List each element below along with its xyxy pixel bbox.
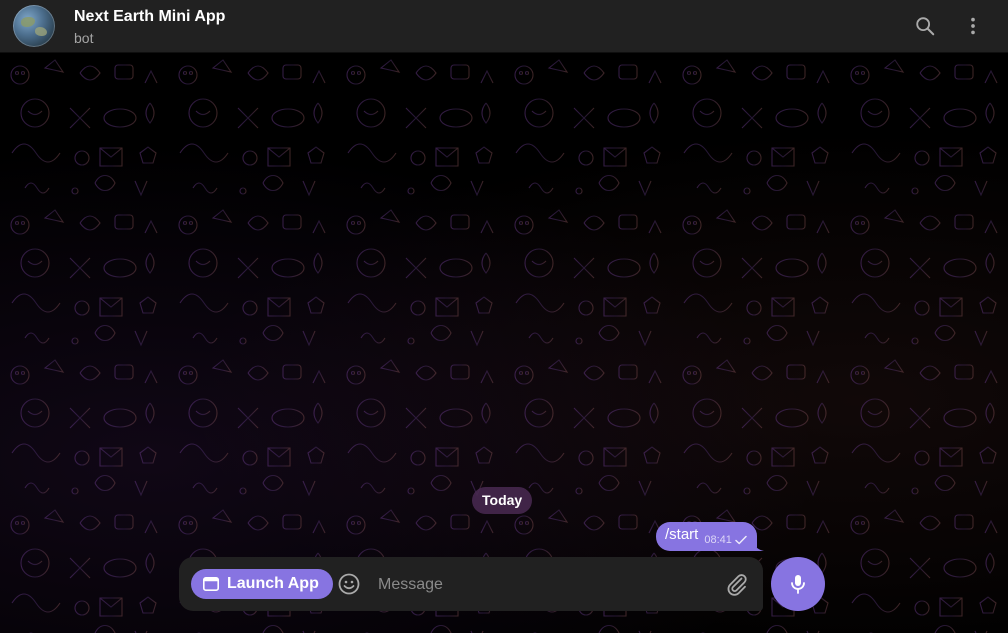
message-input[interactable] bbox=[376, 571, 710, 599]
microphone-icon bbox=[791, 575, 805, 594]
launch-app-label: Launch App bbox=[227, 575, 319, 592]
chat-header: Next Earth Mini App bot bbox=[0, 0, 1008, 53]
app-window-icon bbox=[203, 577, 219, 591]
chat-info[interactable]: Next Earth Mini App bot bbox=[74, 7, 225, 47]
chat-subtitle: bot bbox=[74, 30, 94, 46]
more-vertical-icon bbox=[971, 17, 975, 35]
bubble-tail bbox=[751, 539, 764, 551]
message-time: 08:41 bbox=[704, 533, 732, 546]
message-bubble-outgoing[interactable]: /start 08:41 bbox=[656, 522, 764, 551]
avatar[interactable] bbox=[13, 5, 55, 47]
search-button[interactable] bbox=[905, 6, 945, 46]
doodle-pattern bbox=[0, 53, 1008, 633]
search-icon bbox=[916, 17, 935, 36]
launch-app-button[interactable]: Launch App bbox=[191, 569, 333, 599]
paperclip-icon bbox=[727, 574, 747, 596]
chat-background: Today /start 08:41 bbox=[0, 53, 1008, 633]
smile-icon bbox=[338, 573, 360, 595]
voice-record-button[interactable] bbox=[771, 557, 825, 611]
more-options-button[interactable] bbox=[953, 6, 993, 46]
message-text: /start bbox=[665, 525, 699, 543]
avatar-ring bbox=[13, 5, 55, 47]
date-separator: Today bbox=[472, 487, 533, 514]
attach-button[interactable] bbox=[723, 570, 751, 598]
telegram-chat-window: Next Earth Mini App bot Today /start 08:… bbox=[0, 0, 1008, 633]
message-composer: Launch App bbox=[179, 557, 763, 611]
check-icon bbox=[735, 535, 747, 545]
chat-title: Next Earth Mini App bbox=[74, 8, 226, 25]
emoji-button[interactable] bbox=[335, 570, 363, 598]
